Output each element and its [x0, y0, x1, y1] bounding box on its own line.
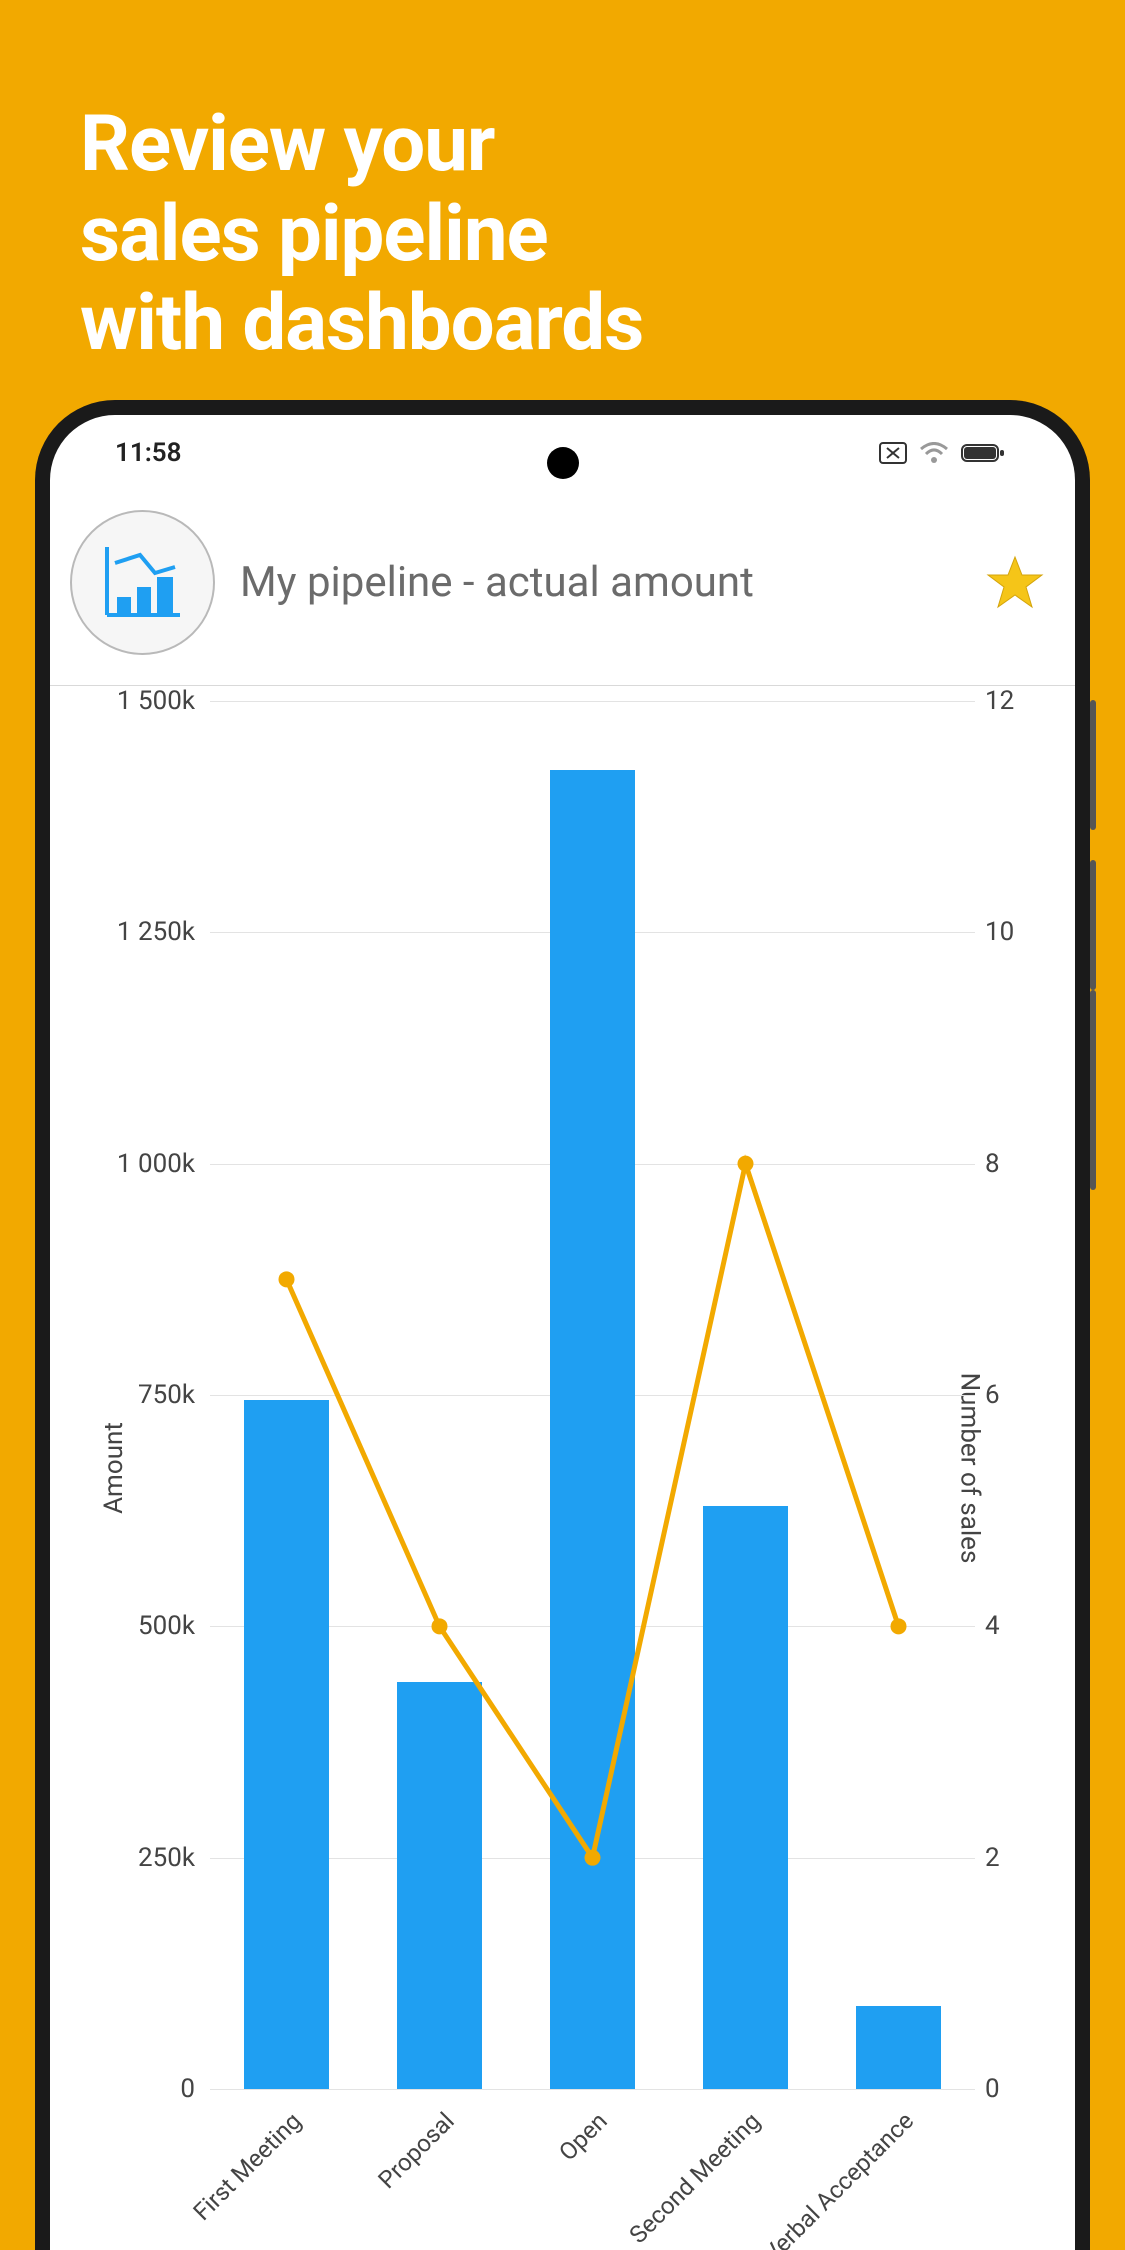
- x-category-label: Verbal Acceptance: [757, 2107, 918, 2250]
- battery-icon: [961, 442, 1005, 464]
- y-left-tick: 1 000k: [65, 1149, 195, 1179]
- y-right-tick: 0: [985, 2074, 1055, 2104]
- line-point[interactable]: [738, 1156, 754, 1172]
- wifi-icon: [919, 442, 949, 464]
- y-right-tick: 8: [985, 1149, 1055, 1179]
- phone-side-button: [1090, 990, 1096, 1190]
- x-category-label: Second Meeting: [604, 2107, 765, 2250]
- y-axis-left-label: Amount: [99, 1422, 129, 1514]
- y-right-tick: 10: [985, 917, 1055, 947]
- favorite-star-icon[interactable]: [985, 553, 1045, 613]
- y-left-tick: 1 500k: [65, 686, 195, 716]
- line-point[interactable]: [585, 1850, 601, 1866]
- chart-icon: [70, 510, 215, 655]
- y-right-tick: 4: [985, 1611, 1055, 1641]
- line-point[interactable]: [279, 1271, 295, 1287]
- phone-frame: 11:58: [35, 400, 1090, 2250]
- y-left-tick: 250k: [65, 1843, 195, 1873]
- dashboard-title: My pipeline - actual amount: [240, 558, 985, 607]
- y-right-tick: 2: [985, 1843, 1055, 1873]
- x-category-label: Open: [451, 2107, 612, 2250]
- camera-notch-icon: [547, 447, 579, 479]
- no-sim-icon: [879, 442, 907, 464]
- y-left-tick: 750k: [65, 1380, 195, 1410]
- line-point[interactable]: [432, 1618, 448, 1634]
- y-left-tick: 500k: [65, 1611, 195, 1641]
- x-category-label: Proposal: [298, 2107, 459, 2250]
- pipeline-chart[interactable]: Amount Number of sales 00250k2500k4750k6…: [50, 686, 1075, 2249]
- marketing-headline: Review yoursales pipelinewith dashboards: [80, 100, 643, 369]
- phone-screen: 11:58: [50, 415, 1075, 2250]
- plot-region: 00250k2500k4750k61 000k81 250k101 500k12…: [210, 701, 975, 2089]
- line-series: [210, 701, 975, 2089]
- gridline: [210, 2089, 975, 2090]
- y-left-tick: 0: [65, 2074, 195, 2104]
- line-point[interactable]: [891, 1618, 907, 1634]
- dashboard-titlebar: My pipeline - actual amount: [50, 490, 1075, 686]
- y-right-tick: 12: [985, 686, 1055, 716]
- x-category-label: First Meeting: [145, 2107, 306, 2250]
- status-time: 11:58: [115, 438, 182, 468]
- phone-side-button: [1090, 860, 1096, 990]
- y-left-tick: 1 250k: [65, 917, 195, 947]
- y-right-tick: 6: [985, 1380, 1055, 1410]
- phone-side-button: [1090, 700, 1096, 830]
